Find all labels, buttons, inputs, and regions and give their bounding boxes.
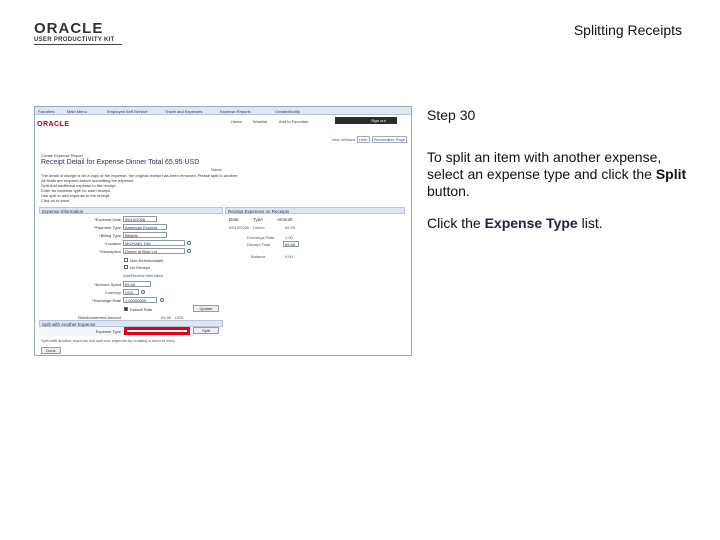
action-text: Click the xyxy=(427,215,485,231)
link-new-window[interactable]: New Window xyxy=(332,137,355,142)
instruction-split-term: Split xyxy=(655,166,687,182)
expense-date-label: *Expense Date xyxy=(94,217,121,222)
payment-type-select[interactable]: American Express xyxy=(123,224,167,230)
split-note: Split with another expense will split on… xyxy=(41,338,176,343)
oracle-upk-logo: ORACLE USER PRODUCTIVITY KIT xyxy=(34,20,124,45)
breadcrumb: Create Expense Report xyxy=(41,153,83,158)
default-rate-label: Default Rate xyxy=(130,307,153,312)
receipt-total-field[interactable]: 65.95 xyxy=(283,241,299,247)
table-cell: Balance xyxy=(251,254,266,259)
payment-type-label: *Payment Type xyxy=(93,225,121,230)
column-header-type: Type xyxy=(253,217,263,222)
link-personalize-page[interactable]: Personalize Page xyxy=(371,136,407,143)
step-action: Click the Expense Type list. xyxy=(427,215,697,232)
currency-lookup-icon[interactable] xyxy=(141,290,145,294)
section-title: Receipt Expenses on Receipts xyxy=(228,209,290,214)
page-links: New Window Help Personalize Page xyxy=(332,136,407,143)
link-worklist[interactable]: Worklist xyxy=(253,119,267,124)
receipt-title-text: Receipt Detail for Expense Dinner xyxy=(41,159,147,166)
done-button[interactable]: Done xyxy=(41,347,61,354)
instruction-text: To split an item with another expense, s… xyxy=(427,149,662,182)
column-header-amount: Amount xyxy=(277,217,293,222)
billing-type-label: *Billing Type xyxy=(99,233,121,238)
action-text-end: list. xyxy=(577,215,603,231)
exchange-rate-lookup-icon[interactable] xyxy=(160,298,164,302)
amount-spent-field[interactable]: 65.95 xyxy=(123,281,151,287)
link-home[interactable]: Home xyxy=(231,119,242,124)
nav-travel-expenses[interactable]: Travel and Expenses xyxy=(165,109,202,114)
description-field[interactable]: Dinner at Blue Lot xyxy=(123,248,185,254)
link-help[interactable]: Help xyxy=(357,136,370,143)
table-cell: Receipt Total xyxy=(247,242,271,247)
expense-date-field[interactable]: 09/15/2008 xyxy=(123,216,157,222)
split-button[interactable]: Split xyxy=(193,327,219,334)
billing-type-select[interactable]: Billable xyxy=(123,232,167,238)
description-label: *Description xyxy=(99,249,121,254)
column-header-date: Date xyxy=(229,217,239,222)
top-navigation: Favorites Main Menu Employee Self-Servic… xyxy=(35,107,411,115)
nav-favorites[interactable]: Favorites xyxy=(38,109,54,114)
application-screenshot: Favorites Main Menu Employee Self-Servic… xyxy=(34,106,412,356)
no-receipt-label: No Receipt xyxy=(130,265,150,270)
section-title: Expense Information xyxy=(42,209,84,214)
logo-underline xyxy=(34,44,122,45)
page-title: Receipt Detail for Expense Dinner Total … xyxy=(41,159,199,166)
nav-create-modify[interactable]: Create/Modify xyxy=(275,109,300,114)
receipt-total: Total 65.95 USD xyxy=(148,159,200,166)
nav-employee-self-service[interactable]: Employee Self-Service xyxy=(107,109,147,114)
screenshot-oracle-logo: ORACLE xyxy=(37,121,70,128)
receipt-expenses-header: Receipt Expenses on Receipts xyxy=(225,207,405,214)
instructions-block: The detail of charge is for a copy of th… xyxy=(41,173,341,203)
table-cell: 0.00 xyxy=(285,254,293,259)
no-receipt-checkbox[interactable] xyxy=(124,265,128,269)
location-field[interactable]: MICHAEL DIN xyxy=(123,240,185,246)
expense-type-label: Expense Type xyxy=(95,329,121,334)
nav-main-menu[interactable]: Main Menu xyxy=(67,109,87,114)
instruction-line: Click ok to save. xyxy=(41,198,71,203)
expense-type-select[interactable] xyxy=(124,327,190,335)
signout-bar: Sign out xyxy=(335,117,397,124)
logo-product: USER PRODUCTIVITY KIT xyxy=(34,37,115,43)
step-instruction: To split an item with another expense, s… xyxy=(427,149,697,200)
nav-expense-reports[interactable]: Expense Reports xyxy=(220,109,251,114)
currency-field[interactable]: USD xyxy=(123,289,139,295)
description-lookup-icon[interactable] xyxy=(187,249,191,253)
non-reimbursable-checkbox[interactable] xyxy=(124,258,128,262)
name-label: Name xyxy=(211,167,222,172)
expense-info-header: Expense Information xyxy=(39,207,223,214)
instruction-text-end: button. xyxy=(427,183,470,199)
link-add-favorites[interactable]: Add to Favorites xyxy=(279,119,308,124)
step-number: Step 30 xyxy=(427,107,476,123)
logo-brand: ORACLE xyxy=(34,20,104,37)
amount-spent-label: *Amount Spent xyxy=(94,282,121,287)
non-reimbursable-label: Non-Reimbursable xyxy=(130,258,164,263)
default-rate-checkbox[interactable] xyxy=(124,307,128,311)
table-cell: 09/15/2008 xyxy=(229,225,250,230)
location-lookup-icon[interactable] xyxy=(187,241,191,245)
table-cell[interactable]: Dinner xyxy=(253,225,265,230)
attendees-link[interactable]: Add/Review Attendees xyxy=(123,273,163,278)
table-cell: 65.95 xyxy=(285,225,296,230)
currency-label: Currency xyxy=(104,290,121,295)
table-cell: Exchange Rate xyxy=(247,235,275,240)
table-cell: 1.00 xyxy=(285,235,293,240)
slide-title: Splitting Receipts xyxy=(573,22,682,38)
exchange-rate-field[interactable]: 1.00000000 xyxy=(123,297,157,303)
exchange-rate-label: *Exchange Rate xyxy=(92,298,121,303)
split-section-header: Split with Another Expense xyxy=(39,320,223,327)
link-sign-out[interactable]: Sign out xyxy=(371,118,386,123)
action-expense-type-term: Expense Type xyxy=(484,215,578,231)
location-label: *Location xyxy=(104,241,121,246)
update-button[interactable]: Update xyxy=(193,305,219,312)
